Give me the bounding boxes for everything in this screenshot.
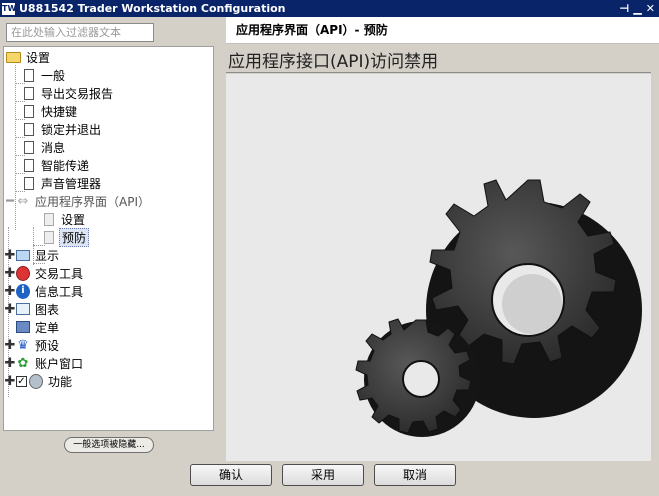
tws-app-icon: TWS xyxy=(2,2,23,15)
expand-icon[interactable]: ✚ xyxy=(4,372,16,390)
pin-icon[interactable]: ⊣ xyxy=(619,2,629,15)
expand-icon[interactable]: ✚ xyxy=(4,336,16,354)
tree-node-export-trade-reports[interactable]: 导出交易报告 xyxy=(22,84,115,102)
tree-node-charts[interactable]: ✚ 图表 xyxy=(4,300,61,318)
tree-node-label: 预设 xyxy=(35,338,60,353)
content-area xyxy=(226,74,651,461)
tree-node-features[interactable]: ✚ ✓ 功能 xyxy=(4,372,74,390)
page-icon xyxy=(24,158,34,172)
tree-node-label: 设置 xyxy=(26,50,51,65)
filter-input[interactable] xyxy=(6,23,154,42)
tree-node-display[interactable]: ✚ 显示 xyxy=(4,246,61,264)
close-button[interactable]: ✕ xyxy=(646,2,655,15)
expand-icon[interactable]: ✚ xyxy=(4,246,16,264)
tree-node-smart-routing[interactable]: 智能传递 xyxy=(22,156,91,174)
account-icon: ✿ xyxy=(17,355,29,371)
tree-node-api-settings[interactable]: 设置 xyxy=(42,210,87,228)
page-icon xyxy=(24,122,34,136)
folder-open-icon xyxy=(6,51,21,63)
tree-node-label: 消息 xyxy=(41,140,66,155)
monitor-icon xyxy=(16,249,30,261)
expand-icon[interactable]: ✚ xyxy=(4,354,16,372)
tree-node-api-precautions[interactable]: 预防 xyxy=(42,227,90,247)
tree-node-label: 交易工具 xyxy=(35,266,84,281)
right-panel: 应用程序界面（API）- 预防 应用程序接口(API)访问禁用 xyxy=(226,17,659,462)
info-icon: i xyxy=(16,283,30,299)
tree-node-settings[interactable]: 设置 xyxy=(6,48,52,66)
page-icon xyxy=(24,68,34,82)
left-panel: 设置 一般 导出交易报告 快捷键 锁定并退出 消息 智能传递 声音管 xyxy=(0,17,220,462)
tree-node-shortcuts[interactable]: 快捷键 xyxy=(22,102,79,120)
hidden-general-options-button[interactable]: 一般选项被隐藏... xyxy=(64,437,154,453)
features-checkbox[interactable]: ✓ xyxy=(16,375,27,387)
tree-node-label: 显示 xyxy=(35,248,60,263)
tree-node-lock-and-exit[interactable]: 锁定并退出 xyxy=(22,120,103,138)
expand-icon[interactable]: ✚ xyxy=(4,282,16,300)
apply-button[interactable]: 采用 xyxy=(282,464,364,486)
expand-icon[interactable]: ✚ xyxy=(4,264,16,282)
cancel-button[interactable]: 取消 xyxy=(374,464,456,486)
features-icon xyxy=(29,373,43,389)
order-ticket-icon xyxy=(16,321,30,333)
tree-node-label: 锁定并退出 xyxy=(41,122,102,137)
page-icon xyxy=(24,86,34,100)
tree-node-label: 账户窗口 xyxy=(35,356,84,371)
tree-node-label: 定单 xyxy=(35,320,60,335)
page-title: 应用程序接口(API)访问禁用 xyxy=(228,52,439,72)
trading-tools-icon xyxy=(16,265,30,281)
tree-node-presets[interactable]: ✚ ♛ 预设 xyxy=(4,336,61,354)
tree-node-label: 预防 xyxy=(59,227,90,247)
tree-node-general[interactable]: 一般 xyxy=(22,66,67,84)
tree-node-label: 一般 xyxy=(41,68,66,83)
tree-node-trading-tools[interactable]: ✚ 交易工具 xyxy=(4,264,85,282)
panel-header: 应用程序界面（API）- 预防 xyxy=(226,17,659,44)
window-titlebar: TWS U881542 Trader Workstation Configura… xyxy=(0,0,659,17)
page-icon xyxy=(44,212,54,226)
tree-node-label: 应用程序界面（API） xyxy=(35,194,150,209)
page-icon xyxy=(44,230,54,244)
page-icon xyxy=(24,176,34,190)
crown-icon: ♛ xyxy=(17,337,29,353)
small-gear-icon xyxy=(355,318,480,437)
tree-node-messages[interactable]: 消息 xyxy=(22,138,67,156)
tree-node-orders[interactable]: 定单 xyxy=(16,318,61,336)
tree-node-account-window[interactable]: ✚ ✿ 账户窗口 xyxy=(4,354,85,372)
tree-node-label: 图表 xyxy=(35,302,60,317)
page-icon xyxy=(24,140,34,154)
tree-node-api[interactable]: ━ ⇔ 应用程序界面（API） xyxy=(4,192,152,210)
settings-tree: 设置 一般 导出交易报告 快捷键 锁定并退出 消息 智能传递 声音管理器 ━ ⇔… xyxy=(3,46,214,431)
minimize-button[interactable]: ▁ xyxy=(633,2,641,15)
tree-node-label: 声音管理器 xyxy=(41,176,102,191)
window-title: U881542 Trader Workstation Configuration xyxy=(19,2,286,15)
ok-button[interactable]: 确认 xyxy=(190,464,272,486)
tree-node-info-tools[interactable]: ✚ i 信息工具 xyxy=(4,282,85,300)
collapse-icon[interactable]: ━ xyxy=(4,192,16,210)
chart-icon xyxy=(16,303,30,315)
tree-node-sound-manager[interactable]: 声音管理器 xyxy=(22,174,103,192)
tree-node-label: 智能传递 xyxy=(41,158,90,173)
tree-node-label: 信息工具 xyxy=(35,284,84,299)
dialog-buttons: 确认 采用 取消 xyxy=(0,462,659,496)
tree-node-label: 快捷键 xyxy=(41,104,78,119)
divider xyxy=(226,72,651,73)
tree-node-label: 导出交易报告 xyxy=(41,86,114,101)
expand-icon[interactable]: ✚ xyxy=(4,300,16,318)
gears-illustration xyxy=(355,179,642,437)
tree-node-label: 功能 xyxy=(48,374,73,389)
page-icon xyxy=(24,104,34,118)
tree-node-label: 设置 xyxy=(61,212,86,227)
double-arrow-icon: ⇔ xyxy=(17,193,29,209)
